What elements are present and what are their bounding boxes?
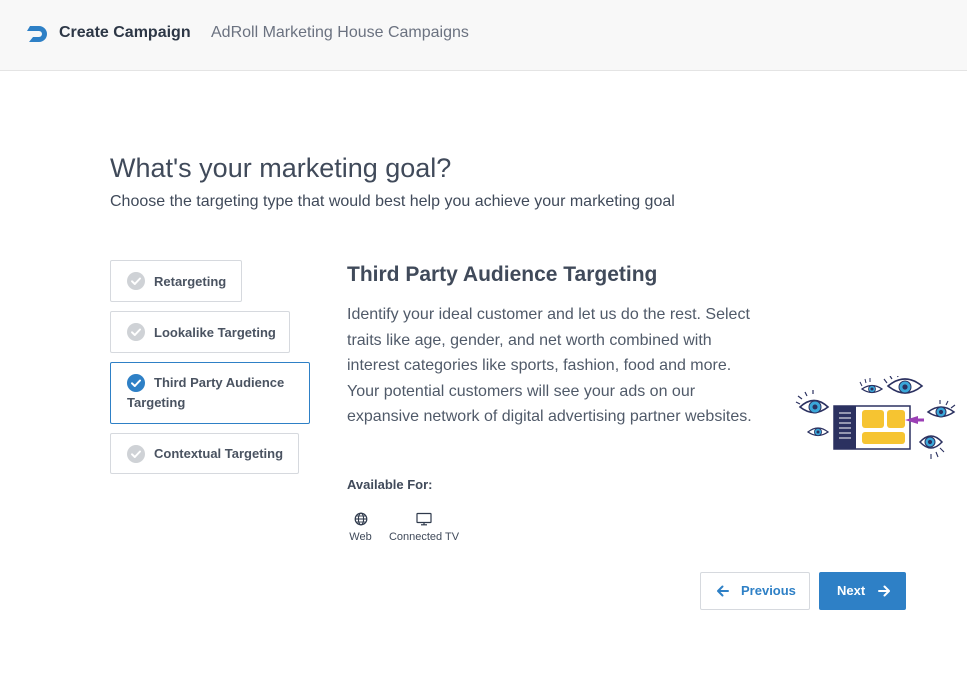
option-contextual-targeting[interactable]: Contextual Targeting bbox=[110, 433, 299, 474]
arrow-left-icon bbox=[717, 585, 729, 597]
platform-label: Web bbox=[349, 531, 372, 543]
tv-icon bbox=[416, 512, 432, 526]
detail-description: Identify your ideal customer and let us … bbox=[347, 306, 752, 425]
platform-web: Web bbox=[343, 512, 378, 543]
arrow-right-icon bbox=[878, 585, 890, 597]
option-third-party-audience-targeting[interactable]: Third Party Audience Targeting bbox=[110, 362, 310, 424]
globe-icon bbox=[354, 512, 367, 526]
option-label: Retargeting bbox=[154, 274, 227, 289]
previous-button[interactable]: Previous bbox=[700, 572, 810, 610]
adroll-logo-icon[interactable] bbox=[27, 23, 51, 45]
option-retargeting[interactable]: Retargeting bbox=[110, 260, 242, 302]
option-label: Lookalike Targeting bbox=[154, 325, 276, 340]
check-circle-icon bbox=[127, 323, 145, 341]
detail-title: Third Party Audience Targeting bbox=[347, 263, 658, 286]
page-subtitle: Choose the targeting type that would bes… bbox=[110, 193, 675, 210]
app-title: Create Campaign bbox=[59, 24, 191, 41]
platform-connected-tv: Connected TV bbox=[384, 512, 464, 543]
check-circle-icon bbox=[127, 272, 145, 290]
option-lookalike-targeting[interactable]: Lookalike Targeting bbox=[110, 311, 290, 353]
next-button[interactable]: Next bbox=[819, 572, 906, 610]
available-for-label: Available For: bbox=[347, 477, 433, 492]
platform-label: Connected TV bbox=[388, 531, 460, 543]
next-label: Next bbox=[837, 583, 866, 598]
top-bar: Create Campaign AdRoll Marketing House C… bbox=[0, 0, 967, 71]
account-name: AdRoll Marketing House Campaigns bbox=[211, 24, 469, 41]
check-circle-icon bbox=[127, 445, 145, 463]
previous-label: Previous bbox=[741, 583, 796, 598]
page-title: What's your marketing goal? bbox=[110, 153, 452, 183]
option-label: Third Party Audience Targeting bbox=[127, 375, 285, 410]
audience-eyes-illustration bbox=[795, 376, 956, 459]
option-label: Contextual Targeting bbox=[154, 446, 284, 461]
